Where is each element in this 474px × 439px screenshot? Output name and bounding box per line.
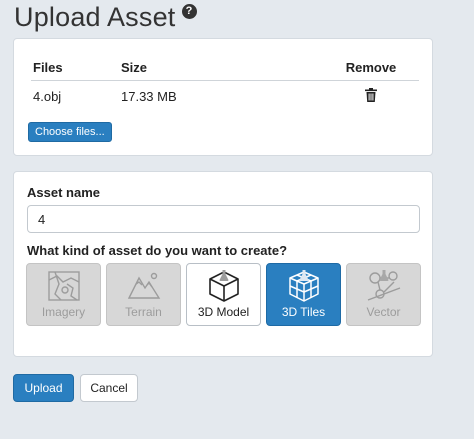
- trash-icon[interactable]: [365, 87, 377, 105]
- files-table-header: Files Size Remove: [31, 55, 419, 81]
- files-panel: Files Size Remove 4.obj 17.33 MB Choose …: [13, 38, 433, 156]
- header-files: Files: [33, 60, 63, 75]
- page-title: Upload Asset: [14, 2, 176, 32]
- tile-label-imagery: Imagery: [41, 305, 86, 319]
- question-circle-icon[interactable]: ?: [181, 4, 197, 19]
- asset-kind-vector[interactable]: Vector: [346, 263, 421, 326]
- flask-icon: [379, 270, 388, 281]
- asset-panel: Asset name What kind of asset do you wan…: [13, 171, 433, 357]
- asset-kind-3d-model[interactable]: 3D Model: [186, 263, 261, 326]
- terrain-mountain-icon: [127, 272, 160, 299]
- asset-name-input[interactable]: [27, 205, 420, 233]
- asset-name-label: Asset name: [27, 185, 100, 200]
- tile-label-terrain: Terrain: [125, 305, 162, 319]
- imagery-map-icon: [47, 271, 80, 301]
- header-remove: Remove: [345, 60, 397, 75]
- choose-files-button[interactable]: Choose files...: [28, 122, 112, 142]
- asset-kind-3d-tiles[interactable]: 3D Tiles: [266, 263, 341, 326]
- table-row: 4.obj 17.33 MB: [31, 81, 419, 111]
- asset-kind-imagery[interactable]: Imagery: [26, 263, 101, 326]
- file-name: 4.obj: [33, 88, 62, 104]
- asset-kind-question: What kind of asset do you want to create…: [27, 243, 288, 258]
- files-table: Files Size Remove 4.obj 17.33 MB: [31, 55, 419, 111]
- cancel-button[interactable]: Cancel: [80, 374, 138, 402]
- page-header: Upload Asset ?: [14, 2, 197, 32]
- asset-kind-terrain[interactable]: Terrain: [106, 263, 181, 326]
- tile-label-3d-model: 3D Model: [197, 305, 250, 319]
- header-size: Size: [121, 60, 148, 75]
- flask-icon: [299, 270, 308, 281]
- file-size: 17.33 MB: [121, 88, 177, 104]
- tile-label-vector: Vector: [366, 305, 401, 319]
- asset-kind-selector: Imagery Terrain 3D Model 3D Tiles Vector: [26, 263, 426, 326]
- tile-label-3d-tiles: 3D Tiles: [281, 305, 326, 319]
- flask-icon: [219, 270, 228, 281]
- upload-button[interactable]: Upload: [13, 374, 74, 402]
